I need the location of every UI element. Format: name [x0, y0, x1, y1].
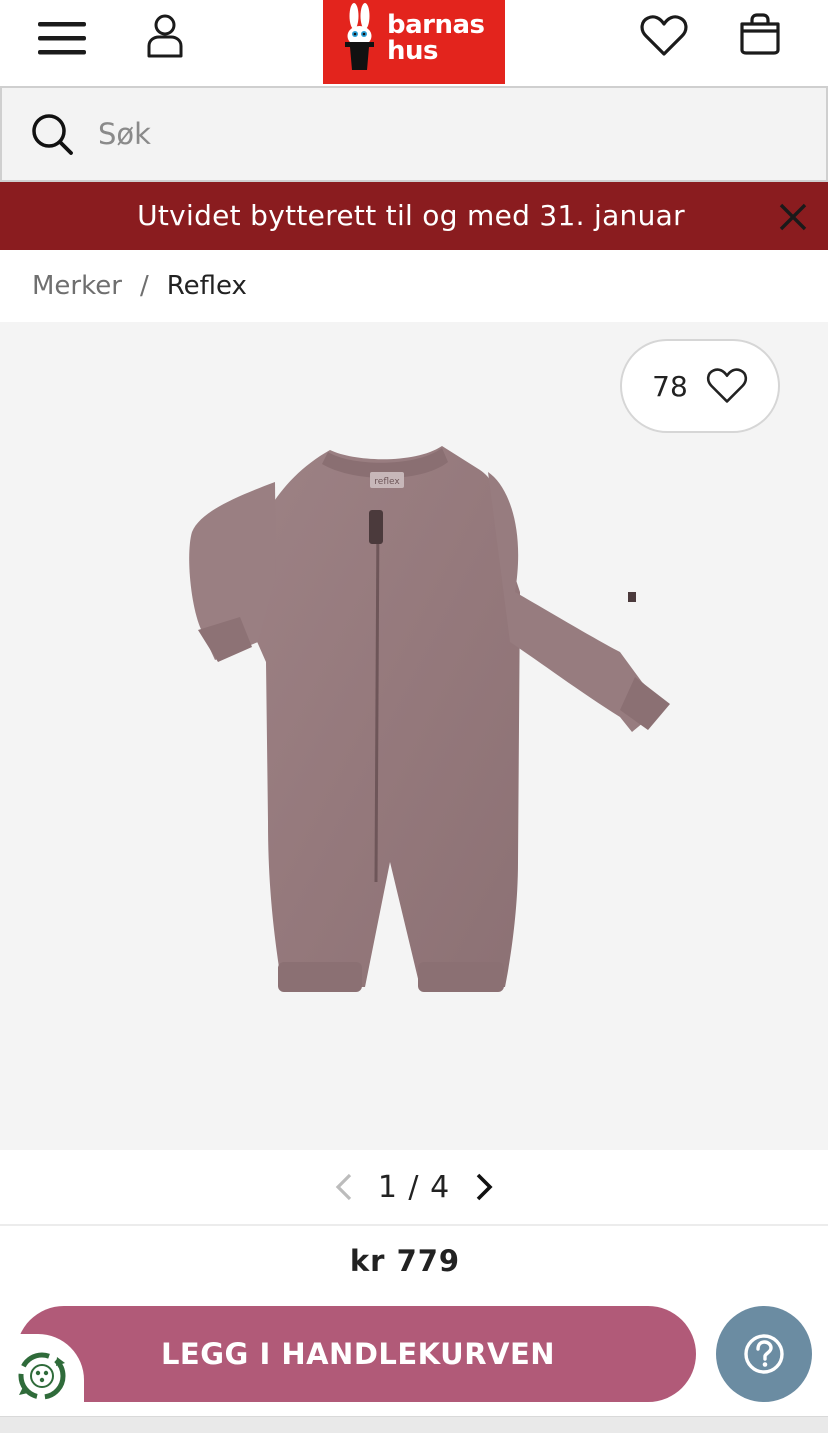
- favorite-count: 78: [652, 369, 688, 403]
- heart-outline-icon: [706, 368, 747, 403]
- shopping-bag-icon: [740, 13, 780, 55]
- pager-text: 1 / 4: [377, 1169, 451, 1205]
- pager-next-button[interactable]: [464, 1167, 504, 1207]
- help-button[interactable]: [716, 1306, 812, 1402]
- banner-close-button[interactable]: [772, 196, 814, 238]
- bottom-bar: [0, 1416, 828, 1433]
- favorites-button[interactable]: [634, 8, 694, 64]
- search-bar: [0, 86, 828, 182]
- search-icon[interactable]: [30, 112, 74, 156]
- brand-logo[interactable]: barnas hus: [323, 0, 505, 84]
- product-price: kr 779: [349, 1244, 461, 1278]
- breadcrumb: Merker / Reflex: [32, 266, 247, 306]
- promo-banner: Utvidet bytterett til og med 31. januar: [0, 182, 828, 250]
- menu-button[interactable]: [30, 12, 94, 64]
- product-image-onesie[interactable]: reflex: [180, 442, 680, 1022]
- add-to-cart-button[interactable]: LEGG I HANDLEKURVEN: [16, 1306, 696, 1402]
- pager-prev-button[interactable]: [324, 1167, 364, 1207]
- chevron-right-icon: [476, 1173, 493, 1201]
- product-gallery[interactable]: 78 reflex: [0, 322, 828, 1150]
- breadcrumb-link-merker[interactable]: Merker: [32, 271, 122, 301]
- cart-button[interactable]: [732, 6, 788, 62]
- bunny-hat-logo-icon: [345, 3, 374, 70]
- site-header: barnas hus: [0, 0, 828, 86]
- breadcrumb-separator: /: [139, 271, 149, 301]
- promo-banner-text: Utvidet bytterett til og med 31. januar: [137, 199, 685, 232]
- garment-label: reflex: [374, 477, 400, 487]
- chevron-left-icon: [335, 1173, 351, 1201]
- recycle-icon: [18, 1352, 66, 1400]
- help-question-icon: [744, 1334, 784, 1374]
- logo-text: barnas hus: [387, 10, 485, 66]
- breadcrumb-current: Reflex: [166, 271, 247, 301]
- heart-icon: [640, 15, 688, 56]
- close-icon: [779, 203, 807, 231]
- divider: [0, 1224, 828, 1226]
- favorite-count-button[interactable]: 78: [620, 339, 780, 433]
- menu-icon: [38, 22, 86, 55]
- account-button[interactable]: [138, 8, 192, 64]
- user-icon: [147, 14, 183, 58]
- search-input[interactable]: [98, 106, 798, 162]
- image-pager: 1 / 4: [0, 1150, 828, 1224]
